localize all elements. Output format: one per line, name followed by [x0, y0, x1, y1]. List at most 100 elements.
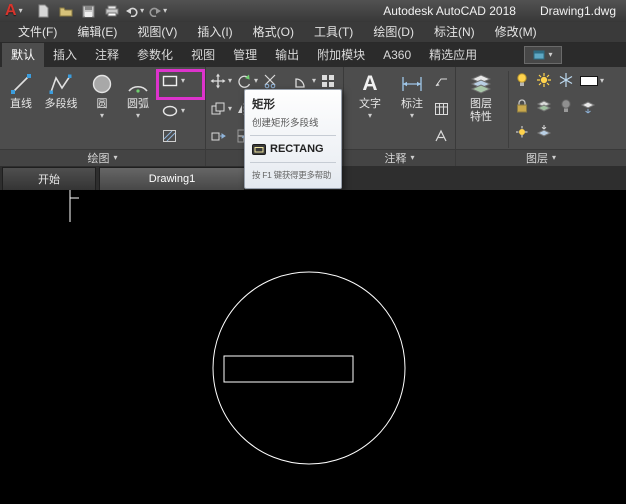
- polyline-tool-button[interactable]: 多段线: [40, 68, 82, 147]
- leader-icon: [435, 78, 447, 87]
- ribbon-options-dropdown[interactable]: ▾: [524, 46, 562, 64]
- text-tool-button[interactable]: A 文字 ▾: [352, 68, 388, 147]
- circle-tool-label: 圆: [96, 98, 108, 110]
- tooltip-title: 矩形: [252, 99, 275, 111]
- rectangle-entity[interactable]: [223, 355, 354, 383]
- text-style-button[interactable]: [434, 125, 449, 147]
- circle-icon: [92, 74, 112, 94]
- leader-tool-button[interactable]: [434, 70, 449, 92]
- line-icon: [11, 74, 31, 94]
- layer-properties-button[interactable]: 图层特性: [458, 68, 504, 147]
- menu-draw[interactable]: 绘图(D): [363, 22, 424, 42]
- layer-match-button[interactable]: [580, 95, 596, 117]
- ribbon-tab-a360[interactable]: A360: [374, 43, 420, 67]
- fillet-icon: [295, 78, 305, 88]
- ribbon-tab-view[interactable]: 视图: [182, 43, 224, 67]
- ellipse-tool-button[interactable]: ▾: [161, 100, 185, 122]
- hatch-tool-button[interactable]: [161, 125, 179, 147]
- ribbon-tab-parametric[interactable]: 参数化: [128, 43, 182, 67]
- menu-bar: 文件(F) 编辑(E) 视图(V) 插入(I) 格式(O) 工具(T) 绘图(D…: [0, 22, 626, 43]
- stretch-tool-button[interactable]: [210, 125, 226, 147]
- ribbon-tab-default[interactable]: 默认: [2, 43, 45, 67]
- chevron-down-icon: ▾: [548, 50, 553, 59]
- ribbon-tab-annotate[interactable]: 注释: [86, 43, 128, 67]
- new-file-button[interactable]: [33, 2, 53, 20]
- panel-inner-divider: [508, 71, 509, 148]
- menu-modify[interactable]: 修改(M): [485, 22, 547, 42]
- panel-layers: 图层特性 ▾ 图层 ▾: [456, 67, 626, 166]
- layer-walk-button[interactable]: [514, 121, 530, 143]
- redo-button[interactable]: ▾: [148, 2, 168, 20]
- dimension-icon: [402, 77, 422, 91]
- ribbon-tab-manage[interactable]: 管理: [224, 43, 266, 67]
- ellipse-flyout-chevron-icon: ▾: [181, 106, 186, 115]
- plot-printer-icon: [105, 5, 119, 17]
- menu-format[interactable]: 格式(O): [243, 22, 304, 42]
- bulb-off-icon: [561, 99, 571, 112]
- application-menu-button[interactable]: A ▾: [0, 0, 29, 22]
- layer-properties-label: 图层特性: [470, 98, 492, 123]
- dimension-tool-button[interactable]: 标注 ▾: [394, 68, 430, 147]
- table-tool-button[interactable]: [434, 98, 449, 120]
- layers-panel-footer[interactable]: 图层 ▾: [456, 149, 626, 166]
- undo-button[interactable]: ▾: [125, 2, 145, 20]
- draw-panel-footer[interactable]: 绘图 ▾: [0, 149, 205, 166]
- copy-tool-button[interactable]: ▾: [210, 98, 232, 120]
- menu-insert[interactable]: 插入(I): [187, 22, 242, 42]
- circle-tool-button[interactable]: 圆 ▾: [86, 68, 118, 147]
- layer-off-button[interactable]: [558, 95, 574, 117]
- menu-view[interactable]: 视图(V): [127, 22, 187, 42]
- arc-icon: [128, 85, 148, 93]
- plot-button[interactable]: [102, 2, 122, 20]
- menu-edit[interactable]: 编辑(E): [67, 22, 127, 42]
- menu-tools[interactable]: 工具(T): [304, 22, 363, 42]
- ribbon-tab-addins[interactable]: 附加模块: [308, 43, 374, 67]
- menu-file[interactable]: 文件(F): [8, 22, 67, 42]
- redo-icon: [149, 7, 162, 17]
- layers-panel-label: 图层: [525, 153, 548, 165]
- quick-access-toolbar: ▾ ▾: [33, 2, 168, 20]
- tooltip-separator: [250, 162, 336, 163]
- window-title: Autodesk AutoCAD 2018 Drawing1.dwg: [383, 4, 616, 18]
- ribbon-tab-output[interactable]: 输出: [266, 43, 308, 67]
- ellipse-tool-icon: [162, 105, 178, 117]
- text-flyout-chevron-icon: ▾: [367, 111, 372, 120]
- draw-panel-label: 绘图: [87, 153, 110, 165]
- tooltip-command: RECTANG: [270, 143, 324, 155]
- layer-properties-icon: [470, 74, 492, 94]
- lock-icon: [517, 99, 527, 113]
- layer-merge-button[interactable]: [536, 121, 552, 143]
- layer-thaw-button[interactable]: [536, 69, 552, 91]
- panel-expand-chevron-icon: ▾: [551, 153, 556, 162]
- layer-lock-button[interactable]: [514, 95, 530, 117]
- arc-tool-button[interactable]: 圆弧 ▾: [120, 68, 156, 147]
- layer-on-button[interactable]: [514, 69, 530, 91]
- layer-freeze-button[interactable]: [558, 69, 574, 91]
- layer-isolate-button[interactable]: [536, 95, 552, 117]
- circle-flyout-chevron-icon: ▾: [99, 111, 104, 120]
- stretch-icon: [211, 132, 226, 141]
- save-button[interactable]: [79, 2, 99, 20]
- move-tool-button[interactable]: ▾: [210, 70, 232, 92]
- half-sun-icon: [516, 126, 528, 138]
- text-style-icon: [435, 129, 447, 142]
- panel-expand-chevron-icon: ▾: [113, 153, 118, 162]
- drawing-area[interactable]: [0, 190, 626, 504]
- menu-dimension[interactable]: 标注(N): [424, 22, 485, 42]
- file-tab-drawing1[interactable]: Drawing1: [99, 167, 245, 190]
- open-file-button[interactable]: [56, 2, 76, 20]
- rectangle-tool-highlight: [156, 69, 205, 100]
- line-tool-label: 直线: [10, 98, 32, 110]
- ribbon-tab-insert[interactable]: 插入: [44, 43, 86, 67]
- circle-entity[interactable]: [212, 271, 406, 465]
- layers-stack-icon: [536, 100, 552, 112]
- file-tab-start[interactable]: 开始: [2, 167, 96, 190]
- annotation-panel-footer[interactable]: 注释 ▾: [344, 149, 455, 166]
- copy-icon: [211, 102, 225, 115]
- line-tool-button[interactable]: 直线: [4, 68, 38, 147]
- layer-match-icon: [580, 101, 596, 114]
- ribbon-tab-featured-apps[interactable]: 精选应用: [420, 43, 486, 67]
- ribbon-tab-bar: 默认 插入 注释 参数化 视图 管理 输出 附加模块 A360 精选应用 ▾: [0, 43, 626, 67]
- fillet-chevron-icon: ▾: [312, 76, 317, 85]
- layer-color-swatch[interactable]: ▾: [580, 70, 604, 92]
